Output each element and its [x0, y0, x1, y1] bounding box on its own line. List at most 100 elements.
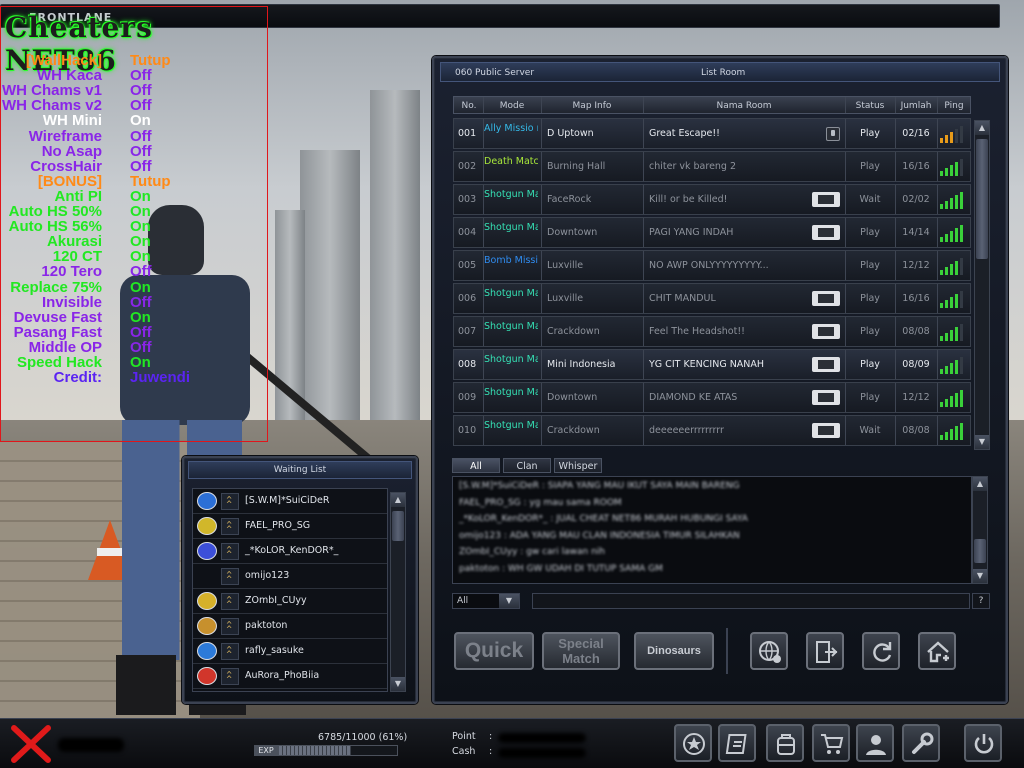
cheat-option-label: 120 CT [52, 248, 102, 266]
quick-button[interactable]: Quick [454, 632, 534, 670]
divider [541, 284, 542, 313]
enter-room-button[interactable] [806, 632, 844, 670]
room-row[interactable]: 001 Ally Missio n D Uptown Great Escape!! Pl… [453, 118, 971, 149]
cheat-option-value: On [130, 354, 151, 371]
waiting-list-scrollbar[interactable]: ▲ ▼ [390, 492, 406, 692]
divider [726, 628, 728, 674]
divider [845, 383, 846, 412]
refresh-button[interactable] [862, 632, 900, 670]
waiting-player-row[interactable]: _*KoLOR_KenDOR*_ [193, 539, 387, 564]
refresh-icon [873, 642, 892, 662]
room-name: PAGI YANG INDAH [649, 227, 734, 238]
chat-tab-clan[interactable]: Clan [503, 458, 551, 473]
waiting-player-row[interactable]: FAEL_PRO_SG [193, 514, 387, 539]
player-name: omijo123 [245, 570, 290, 581]
community-button[interactable] [856, 724, 894, 762]
lobby-home-button[interactable] [918, 632, 956, 670]
cheat-option-label: Pasang Fast [13, 323, 102, 341]
dinosaurs-button[interactable]: Dinosaurs [634, 632, 714, 670]
room-row[interactable]: 005 Bomb Mission Luxville NO AWP ONLYYYYYYY… [453, 250, 971, 281]
chat-scroll-up-button[interactable]: ▲ [973, 477, 987, 491]
waiting-player-row[interactable]: rafly_sasuke [193, 639, 387, 664]
room-player-count: 16/16 [902, 161, 930, 172]
cheat-option-row: 120 CT On [0, 249, 268, 264]
room-row[interactable]: 009 Shotgun Match Downtown DIAMOND KE ATAS P… [453, 382, 971, 413]
room-row[interactable]: 006 Shotgun Match Luxville CHIT MANDUL Play 1… [453, 283, 971, 314]
room-number: 005 [458, 260, 477, 271]
room-row[interactable]: 003 Shotgun Match FaceRock Kill! or be Kill… [453, 184, 971, 215]
exp-label: EXP [254, 745, 278, 756]
room-status: Play [860, 227, 880, 238]
scroll-down-button[interactable]: ▼ [975, 435, 989, 449]
cheat-option-value: On [130, 218, 151, 236]
chat-message: paktoton : WH GW UDAH DI TUTUP SAMA GM [459, 563, 663, 574]
special-match-button[interactable]: Special Match [542, 632, 620, 670]
room-row[interactable]: 002 Death Match Burning Hall chiter vk bare… [453, 151, 971, 182]
building [300, 150, 360, 430]
wrench-icon [912, 732, 934, 754]
waiting-player-row[interactable]: paktoton [193, 614, 387, 639]
chat-help-button[interactable]: ? [972, 593, 990, 609]
clan-mark-icon [221, 668, 239, 685]
waiting-player-row[interactable]: [S.W.M]*SuiCiDeR [193, 489, 387, 514]
cheat-option-label: [WallHack] [25, 52, 102, 69]
waiting-scroll-down-button[interactable]: ▼ [391, 677, 405, 691]
chat-scroll-down-button[interactable]: ▼ [973, 569, 987, 583]
chat-tab-all[interactable]: All [452, 458, 500, 473]
divider [895, 218, 896, 247]
room-row[interactable]: 010 Shotgun Match Crackdown deeeeeerrrrrrrr… [453, 415, 971, 446]
divider [483, 350, 484, 379]
waiting-player-row[interactable]: AuRora_PhoBiia [193, 664, 387, 689]
scroll-up-button[interactable]: ▲ [975, 121, 989, 135]
room-player-count: 08/08 [902, 425, 930, 436]
room-name: YG CIT KENCING NANAH [649, 359, 765, 370]
cheat-option-label: CrossHair [30, 157, 102, 175]
chat-tab-whisper[interactable]: Whisper [554, 458, 602, 473]
ammo-icon [812, 357, 840, 372]
room-list-scrollbar[interactable]: ▲ ▼ [974, 120, 990, 450]
mission-card-button[interactable] [718, 724, 756, 762]
ammo-icon [812, 324, 840, 339]
cheat-option-row: Wireframe Off [0, 129, 268, 144]
clan-button[interactable] [674, 724, 712, 762]
room-row[interactable]: 008 Shotgun Match Mini Indonesia YG CIT KEN… [453, 349, 971, 380]
waiting-scroll-up-button[interactable]: ▲ [391, 493, 405, 507]
waiting-scroll-thumb[interactable] [392, 511, 404, 541]
cheat-option-label: WH Chams v2 [1, 97, 102, 115]
room-row[interactable]: 007 Shotgun Match Crackdown Feel The Headsh… [453, 316, 971, 347]
ammo-icon [812, 225, 840, 240]
cheat-option-value: On [130, 248, 151, 266]
scroll-thumb[interactable] [976, 139, 988, 259]
chat-input[interactable] [532, 593, 970, 609]
chat-scrollbar[interactable]: ▲ ▼ [972, 476, 988, 584]
divider [937, 416, 938, 445]
exp-progress-bar [278, 745, 398, 756]
rank-badge-icon [197, 492, 217, 510]
room-status: Play [860, 260, 880, 271]
clan-mark-icon [221, 518, 239, 535]
options-button[interactable] [902, 724, 940, 762]
divider [895, 185, 896, 214]
server-select-button[interactable] [750, 632, 788, 670]
divider [937, 350, 938, 379]
room-player-count: 14/14 [902, 227, 930, 238]
ping-signal-icon [940, 191, 968, 209]
room-row[interactable]: 004 Shotgun Match Downtown PAGI YANG INDAH P… [453, 217, 971, 248]
cheat-option-row: 120 Tero Off [0, 264, 268, 279]
shopping-cart-icon [821, 734, 844, 754]
divider [895, 350, 896, 379]
player-name: _*KoLOR_KenDOR*_ [245, 545, 339, 556]
room-player-count: 02/02 [902, 194, 930, 205]
shop-button[interactable] [812, 724, 850, 762]
room-name: Feel The Headshot!! [649, 326, 745, 337]
chevron-down-icon[interactable]: ▼ [499, 594, 519, 608]
waiting-player-row[interactable]: ZOmbI_CUyy [193, 589, 387, 614]
chat-channel-select[interactable]: All ▼ [452, 593, 520, 609]
exit-button[interactable] [964, 724, 1002, 762]
cash-colon: : [489, 746, 493, 757]
inventory-button[interactable] [766, 724, 804, 762]
waiting-player-row[interactable]: omijo123 [193, 564, 387, 589]
rank-badge-icon [197, 567, 217, 585]
room-status: Play [860, 128, 880, 139]
chat-scroll-thumb[interactable] [974, 539, 986, 563]
